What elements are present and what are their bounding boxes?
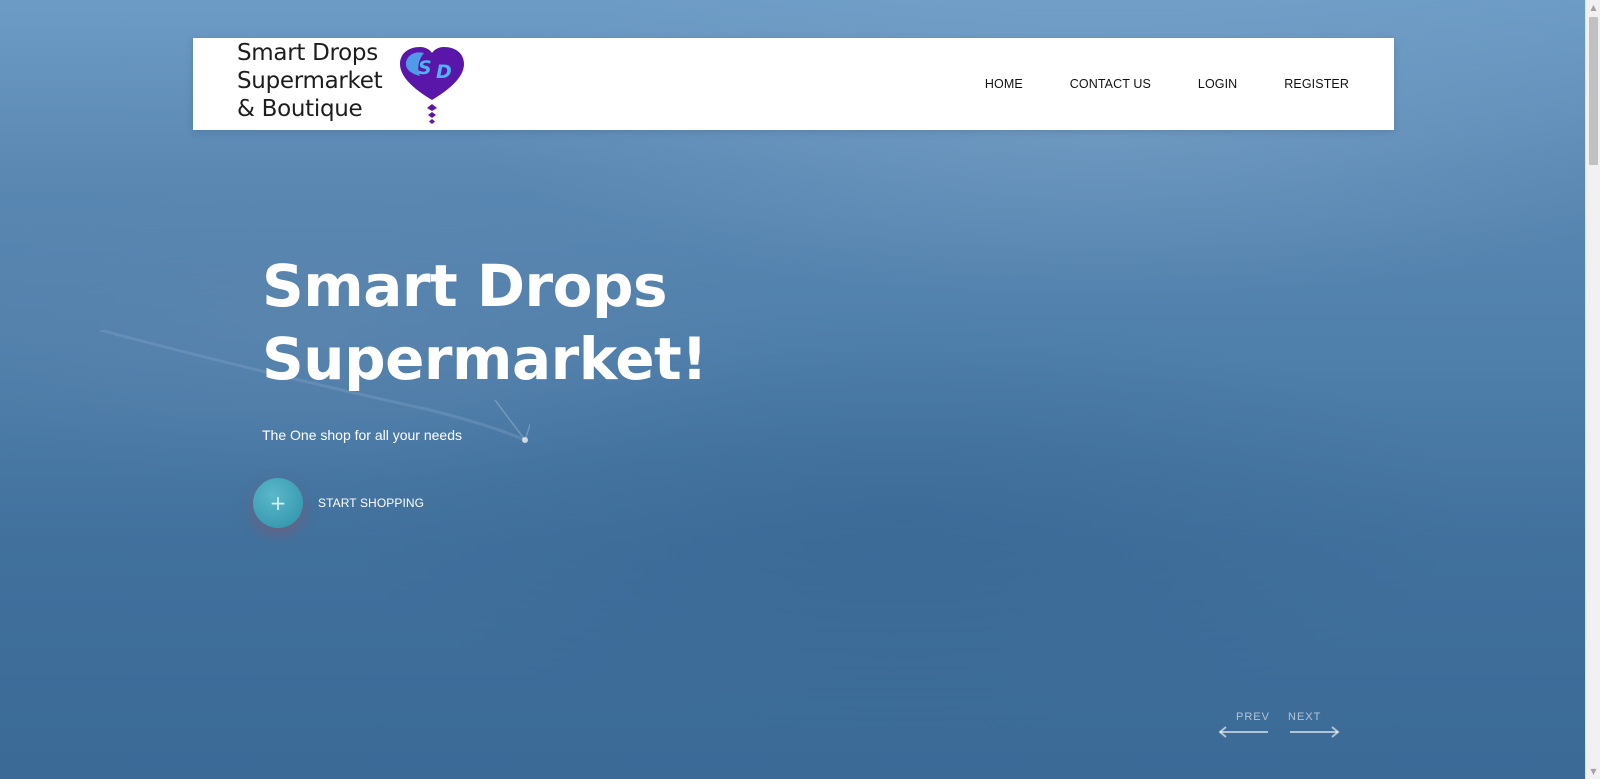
brand-name-line-2: Supermarket: [237, 68, 383, 94]
start-shopping-button[interactable]: + START SHOPPING: [253, 478, 424, 528]
hero-subtitle: The One shop for all your needs: [262, 427, 463, 443]
nav-register-link[interactable]: REGISTER: [1284, 77, 1349, 91]
plus-icon[interactable]: +: [253, 478, 303, 528]
page-scrollbar[interactable]: ▲ ▼: [1585, 0, 1600, 779]
main-navigation: HOME CONTACT US LOGIN REGISTER: [985, 38, 1349, 130]
hero-title: Smart Drops Supermarket!: [262, 250, 708, 396]
svg-text:S: S: [418, 57, 432, 79]
slider-next-label[interactable]: NEXT: [1288, 711, 1321, 723]
nav-home-link[interactable]: HOME: [985, 77, 1023, 91]
hero-title-line-2: Supermarket!: [262, 325, 708, 393]
balloon-logo-icon: S D: [400, 47, 464, 124]
scroll-down-arrow-icon[interactable]: ▼: [1586, 764, 1600, 779]
slider-next-button[interactable]: NEXT: [1288, 711, 1340, 741]
scroll-up-arrow-icon[interactable]: ▲: [1586, 0, 1600, 15]
brand-name-line-3: & Boutique: [237, 96, 363, 122]
svg-text:D: D: [436, 61, 452, 83]
nav-contact-us-link[interactable]: CONTACT US: [1070, 77, 1151, 91]
brand-name-line-1: Smart Drops: [237, 40, 378, 66]
start-shopping-label[interactable]: START SHOPPING: [318, 496, 424, 510]
brand-logo-link[interactable]: Smart Drops Supermarket & Boutique S D: [237, 39, 477, 127]
slider-prev-button[interactable]: PREV: [1218, 711, 1270, 741]
arrow-right-icon: [1290, 726, 1340, 738]
slider-prev-label[interactable]: PREV: [1236, 711, 1270, 723]
top-navbar: Smart Drops Supermarket & Boutique S D H…: [193, 38, 1394, 130]
brand-name: Smart Drops Supermarket & Boutique: [237, 39, 383, 123]
nav-login-link[interactable]: LOGIN: [1198, 77, 1237, 91]
scrollbar-thumb[interactable]: [1589, 17, 1598, 165]
hero-title-line-1: Smart Drops: [262, 252, 668, 320]
arrow-left-icon: [1218, 726, 1268, 738]
